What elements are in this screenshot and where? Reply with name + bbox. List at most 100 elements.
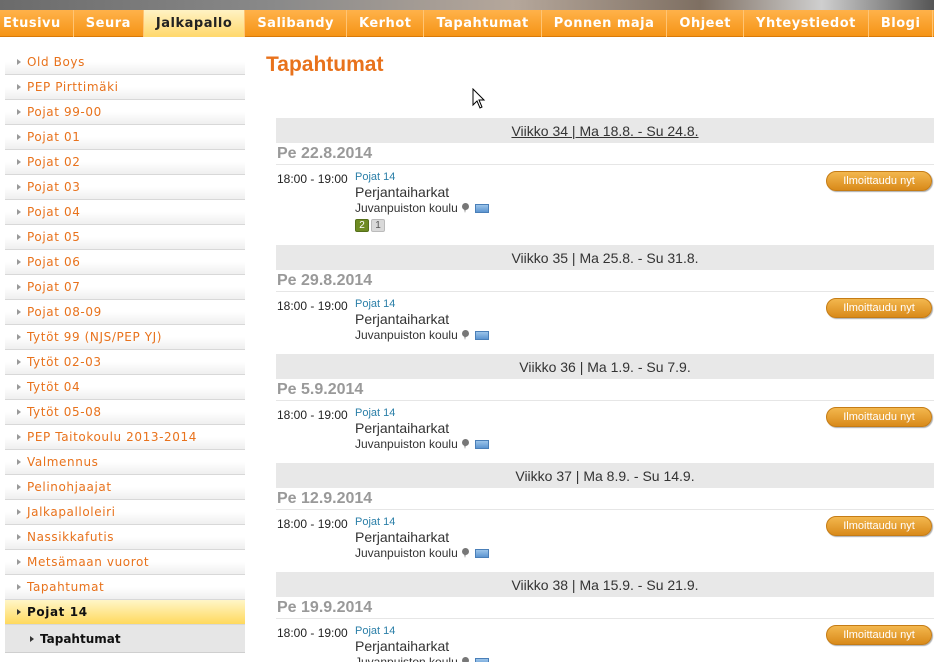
sidebar-item-tyt-t-99-njs-pep-yj-[interactable]: Tytöt 99 (NJS/PEP YJ) xyxy=(5,325,245,350)
signup-button[interactable]: Ilmoittaudu nyt xyxy=(826,298,932,318)
arrow-right-icon xyxy=(17,109,21,115)
maybe-count-badge[interactable]: 1 xyxy=(371,219,385,232)
sidebar-item-label: Valmennus xyxy=(27,455,99,469)
sidebar-item-label: Tytöt 99 (NJS/PEP YJ) xyxy=(27,330,163,344)
week-header: Viikko 36 | Ma 1.9. - Su 7.9. xyxy=(276,354,934,379)
event-list: Viikko 34 | Ma 18.8. - Su 24.8. Pe 22.8.2… xyxy=(276,118,934,662)
nav-item-blogi[interactable]: Blogi xyxy=(869,10,934,37)
arrow-right-icon xyxy=(17,134,21,140)
event-item: 18:00 - 19:00 Pojat 14 Perjantaiharkat Juva… xyxy=(276,292,934,342)
day-title: Pe 22.8.2014 xyxy=(276,143,934,165)
sidebar-item-pojat-03[interactable]: Pojat 03 xyxy=(5,175,245,200)
arrow-right-icon xyxy=(17,334,21,340)
arrow-right-icon xyxy=(17,384,21,390)
nav-item-kerhot[interactable]: Kerhot xyxy=(347,10,425,37)
arrow-right-icon xyxy=(30,635,34,642)
sidebar-item-mets-maan-vuorot[interactable]: Metsämaan vuorot xyxy=(5,550,245,575)
arrow-right-icon xyxy=(17,409,21,415)
sidebar-item-old-boys[interactable]: Old Boys xyxy=(5,50,245,75)
page-title: Tapahtumat xyxy=(266,53,384,76)
map-pin-icon[interactable] xyxy=(461,548,469,558)
sidebar-item-tyt-t-05-08[interactable]: Tytöt 05-08 xyxy=(5,400,245,425)
sidebar-item-label: Pojat 14 xyxy=(27,605,88,619)
sidebar-item-pojat-02[interactable]: Pojat 02 xyxy=(5,150,245,175)
event-location: Juvanpuiston koulu xyxy=(355,328,458,342)
header-banner xyxy=(0,0,934,10)
arrow-right-icon xyxy=(17,509,21,515)
nav-item-ohjeet[interactable]: Ohjeet xyxy=(667,10,745,37)
week-header[interactable]: Viikko 34 | Ma 18.8. - Su 24.8. xyxy=(276,118,934,143)
sidebar-item-label: Old Boys xyxy=(27,55,85,69)
map-pin-icon[interactable] xyxy=(461,657,469,662)
signup-button[interactable]: Ilmoittaudu nyt xyxy=(826,625,932,645)
week-block: Viikko 38 | Ma 15.9. - Su 21.9. Pe 19.9.2… xyxy=(276,572,934,662)
event-time: 18:00 - 19:00 xyxy=(277,172,348,186)
nav-item-salibandy[interactable]: Salibandy xyxy=(245,10,347,37)
map-icon[interactable] xyxy=(474,657,489,662)
event-item: 18:00 - 19:00 Pojat 14 Perjantaiharkat Juva… xyxy=(276,619,934,662)
event-time: 18:00 - 19:00 xyxy=(277,626,348,640)
event-location: Juvanpuiston koulu xyxy=(355,437,458,451)
main-nav: Etusivu Seura Jalkapallo Salibandy Kerhot Tap… xyxy=(0,10,934,37)
sidebar-item-label: Metsämaan vuorot xyxy=(27,555,150,569)
nav-item-yhteystiedot[interactable]: Yhteystiedot xyxy=(744,10,869,37)
sidebar-item-label: Tytöt 04 xyxy=(27,380,81,394)
arrow-right-icon xyxy=(17,234,21,240)
week-header: Viikko 35 | Ma 25.8. - Su 31.8. xyxy=(276,245,934,270)
arrow-right-icon xyxy=(17,84,21,90)
sidebar-item-pep-pirttim-ki[interactable]: PEP Pirttimäki xyxy=(5,75,245,100)
arrow-right-icon xyxy=(17,159,21,165)
sidebar-item-pojat-07[interactable]: Pojat 07 xyxy=(5,275,245,300)
map-pin-icon[interactable] xyxy=(461,439,469,449)
sidebar-item-pelinohjaajat[interactable]: Pelinohjaajat xyxy=(5,475,245,500)
arrow-right-icon xyxy=(17,534,21,540)
sidebar-item-pojat-06[interactable]: Pojat 06 xyxy=(5,250,245,275)
sidebar-item-tapahtumat[interactable]: Tapahtumat xyxy=(5,575,245,600)
map-icon[interactable] xyxy=(474,548,489,558)
map-icon[interactable] xyxy=(474,330,489,340)
sidebar-item-label: Pojat 99-00 xyxy=(27,105,102,119)
day-title: Pe 5.9.2014 xyxy=(276,379,934,401)
week-header-label: Viikko 34 | Ma 18.8. - Su 24.8. xyxy=(511,122,699,139)
sidebar-item-label: Pojat 02 xyxy=(27,155,81,169)
week-header-label: Viikko 38 | Ma 15.9. - Su 21.9. xyxy=(511,576,699,593)
signup-button[interactable]: Ilmoittaudu nyt xyxy=(826,407,932,427)
arrow-right-icon xyxy=(17,309,21,315)
sidebar-item-pojat-99-00[interactable]: Pojat 99-00 xyxy=(5,100,245,125)
nav-item-ponnen-maja[interactable]: Ponnen maja xyxy=(542,10,668,37)
sidebar-item-label: Pojat 05 xyxy=(27,230,81,244)
nav-item-tapahtumat[interactable]: Tapahtumat xyxy=(424,10,542,37)
sidebar-item-nassikkafutis[interactable]: Nassikkafutis xyxy=(5,525,245,550)
signup-button[interactable]: Ilmoittaudu nyt xyxy=(826,171,932,191)
sidebar-item-pojat-08-09[interactable]: Pojat 08-09 xyxy=(5,300,245,325)
day-title: Pe 19.9.2014 xyxy=(276,597,934,619)
map-pin-icon[interactable] xyxy=(461,330,469,340)
sidebar-item-pojat-01[interactable]: Pojat 01 xyxy=(5,125,245,150)
map-pin-icon[interactable] xyxy=(461,203,469,213)
map-icon[interactable] xyxy=(474,203,489,213)
map-icon[interactable] xyxy=(474,439,489,449)
sidebar-item-pep-taitokoulu-2013-2014[interactable]: PEP Taitokoulu 2013-2014 xyxy=(5,425,245,450)
sidebar-item-jalkapalloleiri[interactable]: Jalkapalloleiri xyxy=(5,500,245,525)
arrow-right-icon xyxy=(17,609,21,615)
attending-count-badge[interactable]: 2 xyxy=(355,219,369,232)
attendance-counts: 21 xyxy=(355,219,934,232)
arrow-right-icon xyxy=(17,184,21,190)
signup-button[interactable]: Ilmoittaudu nyt xyxy=(826,516,932,536)
sidebar-item-label: Tytöt 02-03 xyxy=(27,355,102,369)
event-time: 18:00 - 19:00 xyxy=(277,408,348,422)
nav-item-etusivu[interactable]: Etusivu xyxy=(0,10,74,37)
sidebar-item-tyt-t-04[interactable]: Tytöt 04 xyxy=(5,375,245,400)
week-header: Viikko 37 | Ma 8.9. - Su 14.9. xyxy=(276,463,934,488)
nav-item-seura[interactable]: Seura xyxy=(74,10,144,37)
sidebar-item-tyt-t-02-03[interactable]: Tytöt 02-03 xyxy=(5,350,245,375)
week-header-label: Viikko 35 | Ma 25.8. - Su 31.8. xyxy=(511,249,699,266)
week-block: Viikko 36 | Ma 1.9. - Su 7.9. Pe 5.9.2014… xyxy=(276,354,934,463)
sidebar-item-pojat-04[interactable]: Pojat 04 xyxy=(5,200,245,225)
sidebar-item-pojat-14[interactable]: Pojat 14 xyxy=(5,600,245,625)
nav-item-jalkapallo[interactable]: Jalkapallo xyxy=(143,10,246,37)
sidebar-item-pojat-05[interactable]: Pojat 05 xyxy=(5,225,245,250)
sidebar-subitem-tapahtumat[interactable]: Tapahtumat xyxy=(5,625,245,653)
week-block: Viikko 35 | Ma 25.8. - Su 31.8. Pe 29.8.2… xyxy=(276,245,934,354)
sidebar-item-valmennus[interactable]: Valmennus xyxy=(5,450,245,475)
